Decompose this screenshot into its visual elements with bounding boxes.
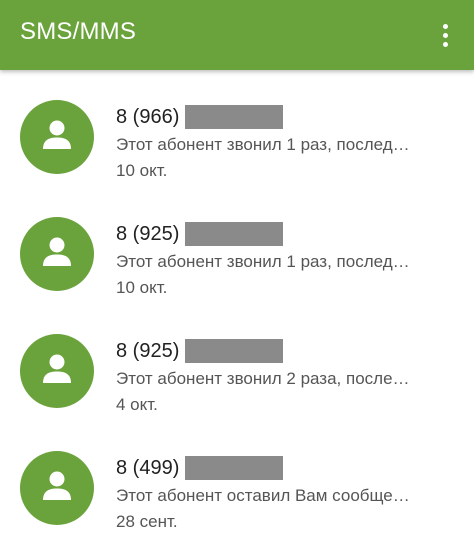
person-icon — [43, 237, 71, 266]
sender: 8 (966) — [116, 103, 432, 131]
message-date: 4 окт. — [116, 395, 158, 414]
conversation-item[interactable]: 8 (925) Этот абонент звонил 1 раз, после… — [0, 187, 474, 304]
message-date: 10 окт. — [116, 161, 168, 180]
sender-number: 8 (499) — [116, 456, 180, 479]
contact-avatar[interactable] — [20, 451, 94, 525]
person-icon — [43, 354, 71, 383]
message-preview: Этот абонент оставил Вам сообще… — [116, 486, 410, 505]
conversation-list: 8 (966) Этот абонент звонил 1 раз, после… — [0, 70, 474, 538]
sender-number: 8 (925) — [116, 339, 180, 362]
conversation-item[interactable]: 8 (925) Этот абонент звонил 2 раза, посл… — [0, 304, 474, 421]
contact-avatar[interactable] — [20, 217, 94, 291]
message-date: 28 сент. — [116, 512, 178, 531]
conversation-item[interactable]: 8 (499) Этот абонент оставил Вам сообще…… — [0, 421, 474, 538]
message-preview: Этот абонент звонил 1 раз, послед… — [116, 135, 410, 154]
redaction-block — [185, 339, 284, 363]
sender: 8 (499) — [116, 454, 432, 482]
conversation-item[interactable]: 8 (966) Этот абонент звонил 1 раз, после… — [0, 70, 474, 187]
redaction-block — [185, 222, 284, 246]
redaction-block — [185, 456, 284, 480]
message-date: 10 окт. — [116, 278, 168, 297]
sender: 8 (925) — [116, 220, 432, 248]
message-preview: Этот абонент звонил 2 раза, после… — [116, 369, 410, 388]
contact-avatar[interactable] — [20, 334, 94, 408]
person-icon — [43, 120, 71, 149]
person-icon — [43, 471, 71, 500]
app-bar: SMS/MMS — [0, 0, 474, 70]
sender-number: 8 (925) — [116, 222, 180, 245]
app-title: SMS/MMS — [20, 18, 137, 45]
sender: 8 (925) — [116, 337, 432, 365]
more-options-button[interactable] — [430, 17, 460, 53]
more-vert-icon — [442, 23, 448, 29]
sender-number: 8 (966) — [116, 105, 180, 128]
contact-avatar[interactable] — [20, 100, 94, 174]
redaction-block — [185, 105, 284, 129]
message-preview: Этот абонент звонил 1 раз, послед… — [116, 252, 410, 271]
